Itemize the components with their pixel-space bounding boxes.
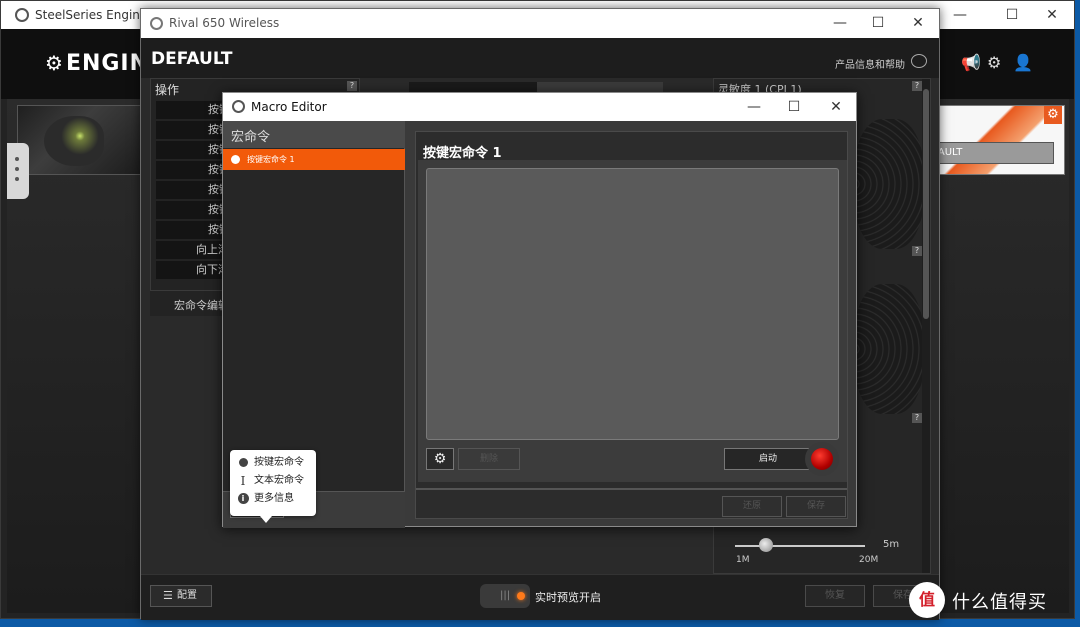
info-icon: i — [236, 490, 250, 508]
profile-default-label: DEFAULT — [938, 142, 1054, 164]
rival-footer: ☰ 配置 ||| 实时预览开启 恢复 保存 — [141, 574, 939, 620]
popup-item-label: 按键宏命令 — [254, 457, 304, 468]
toggle-grip-icon: ||| — [500, 590, 511, 601]
new-macro-popup: 按键宏命令 I 文本宏命令 i 更多信息 — [230, 450, 316, 523]
popup-item-label: 文本宏命令 — [254, 475, 304, 486]
delete-button[interactable]: 删除 — [458, 448, 520, 470]
macro-edit-panel: 按键宏命令 1 ⚙ 删除 启动 还原 保存 — [415, 131, 848, 519]
scrollbar-thumb[interactable] — [923, 89, 929, 319]
help-icon[interactable]: ? — [912, 81, 922, 91]
macro-maximize-button[interactable]: ☐ — [775, 93, 813, 121]
help-icon[interactable]: ? — [912, 246, 922, 256]
macro-editor-window: Macro Editor — ☐ ✕ 宏命令 按键宏命令 1 + 新建 按键宏命… — [222, 92, 857, 528]
announcement-icon[interactable]: 📢 — [961, 53, 981, 72]
popup-item-more-info[interactable]: i 更多信息 — [236, 490, 294, 508]
site-name: 什么值得买 — [952, 592, 1047, 613]
revert-button[interactable]: 恢复 — [805, 585, 865, 607]
popup-item-label: 更多信息 — [254, 493, 294, 504]
device-card-mouse[interactable] — [17, 105, 149, 175]
popup-item-key-macro[interactable]: 按键宏命令 — [236, 454, 304, 472]
macro-minimize-button[interactable]: — — [735, 93, 773, 121]
config-button[interactable]: ☰ 配置 — [150, 585, 212, 607]
rival-titlebar: Rival 650 Wireless — ☐ ✕ — [141, 9, 939, 38]
engine-minimize-button[interactable]: — — [941, 1, 979, 29]
wheel-graphic — [854, 119, 924, 249]
slider-label-mid: 20M — [859, 555, 879, 565]
live-preview-toggle[interactable]: ||| — [480, 584, 530, 608]
steelseries-icon — [15, 8, 29, 22]
macro-list-header: 宏命令 — [223, 121, 405, 148]
macro-revert-button[interactable]: 还原 — [722, 496, 782, 517]
slider-knob[interactable] — [759, 538, 773, 552]
help-icon[interactable]: ? — [347, 81, 357, 91]
profile-settings-icon[interactable]: ⚙ — [1044, 106, 1062, 124]
rival-close-button[interactable]: ✕ — [899, 9, 937, 37]
rival-header: DEFAULT 产品信息和帮助 — [141, 38, 939, 78]
help-icon[interactable]: ? — [912, 413, 922, 423]
macro-window-title: Macro Editor — [251, 100, 327, 114]
record-icon — [811, 448, 833, 470]
chat-bubble-icon[interactable] — [911, 54, 927, 68]
macro-settings-icon[interactable]: ⚙ — [426, 448, 454, 470]
record-button[interactable] — [805, 442, 839, 476]
text-cursor-icon: I — [240, 474, 246, 488]
list-icon: ☰ — [163, 589, 173, 602]
scrollbar[interactable] — [922, 79, 930, 573]
record-dot-icon — [236, 454, 250, 474]
steelseries-icon — [232, 100, 245, 113]
macro-title: 按键宏命令 1 — [423, 146, 502, 161]
slider-label-min: 1M — [736, 555, 750, 565]
config-name: DEFAULT — [151, 49, 233, 69]
live-preview-label: 实时预览开启 — [535, 591, 601, 604]
side-drawer-handle[interactable] — [7, 143, 29, 199]
config-button-label: 配置 — [177, 590, 197, 601]
rival-minimize-button[interactable]: — — [821, 9, 859, 37]
device-card-profile[interactable]: ⚙ DEFAULT — [937, 105, 1065, 175]
macro-sequence-area[interactable] — [426, 168, 839, 440]
record-dot-icon — [231, 155, 240, 164]
macro-close-button[interactable]: ✕ — [817, 93, 855, 121]
macro-save-button[interactable]: 保存 — [786, 496, 846, 517]
macro-list-panel: 宏命令 按键宏命令 1 + 新建 按键宏命令 I 文本宏命令 i 更多信息 — [223, 121, 405, 528]
wheel-graphic — [854, 284, 924, 414]
toggle-indicator-icon — [517, 592, 525, 600]
divider — [416, 488, 847, 490]
engine-close-button[interactable]: ✕ — [1033, 1, 1071, 29]
actions-panel-header: 操作 — [155, 83, 180, 97]
macro-titlebar: Macro Editor — ☐ ✕ — [223, 93, 856, 121]
settings-gear-icon[interactable]: ⚙ — [987, 53, 1001, 72]
start-record-button[interactable]: 启动 — [724, 448, 812, 470]
site-logo-icon: 值 — [909, 582, 945, 618]
popup-item-text-macro[interactable]: I 文本宏命令 — [236, 472, 304, 490]
steelseries-icon — [150, 17, 163, 30]
mouse-image — [44, 116, 104, 166]
engine-maximize-button[interactable]: ☐ — [993, 1, 1031, 29]
product-info-link[interactable]: 产品信息和帮助 — [835, 56, 905, 71]
slider-label-max: 5m — [883, 539, 900, 550]
user-icon[interactable]: 👤 — [1013, 53, 1033, 72]
slider-track[interactable] — [735, 545, 865, 547]
rival-window-title: Rival 650 Wireless — [169, 16, 280, 30]
macro-edit-area: ⚙ 删除 启动 — [418, 160, 847, 482]
macro-list-item[interactable]: 按键宏命令 1 — [223, 149, 405, 170]
macro-item-label: 按键宏命令 1 — [247, 155, 295, 164]
engine-gear-logo-icon: ⚙ — [45, 51, 64, 75]
site-watermark: 值 什么值得买 — [906, 582, 1076, 618]
rival-maximize-button[interactable]: ☐ — [859, 9, 897, 37]
